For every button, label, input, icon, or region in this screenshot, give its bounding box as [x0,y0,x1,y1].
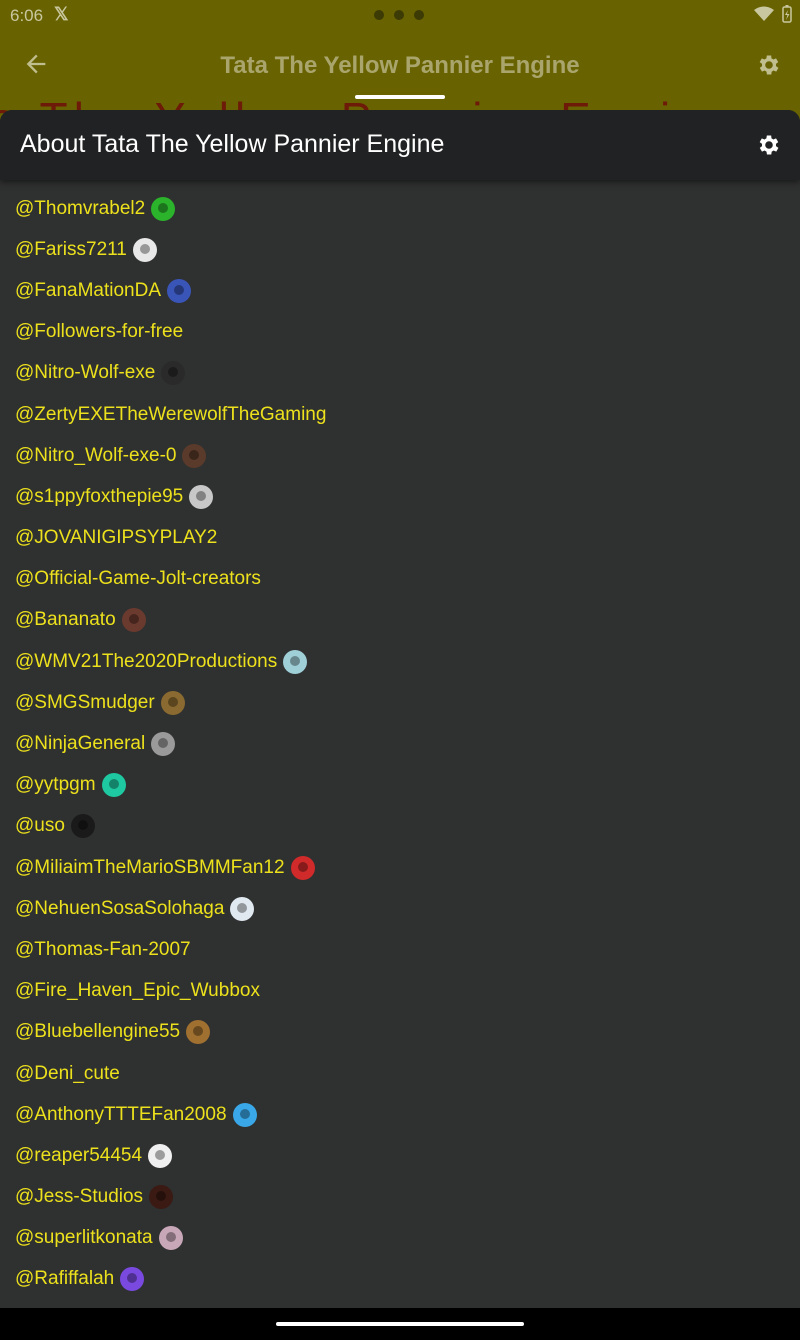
sheet-header: About Tata The Yellow Pannier Engine [0,110,800,180]
user-avatar[interactable] [290,855,315,880]
status-bar: 6:06 𝕏 [0,0,800,32]
follower-list-item[interactable]: @uso [0,806,800,847]
user-avatar[interactable] [148,1143,173,1168]
user-avatar[interactable] [70,814,95,839]
app-title: Tata The Yellow Pannier Engine [220,52,580,79]
follower-username-link[interactable]: @Thomas-Fan-2007 [15,939,191,961]
follower-list-item[interactable]: @SMGSmudger [0,682,800,723]
user-avatar[interactable] [182,443,207,468]
follower-list-item[interactable]: @MiliaimTheMarioSBMMFan12 [0,847,800,888]
follower-list-item[interactable]: @FanaMationDA [0,270,800,311]
follower-username-link[interactable]: @Nitro_Wolf-exe-0 [15,445,176,467]
follower-username-link[interactable]: @Fariss7211 [15,239,127,261]
status-icons [754,5,792,23]
follower-username-link[interactable]: @WMV21The2020Productions [15,651,277,673]
about-sheet: About Tata The Yellow Pannier Engine @Th… [0,110,800,1308]
follower-username-link[interactable]: @Thomvrabel2 [15,198,145,220]
follower-username-link[interactable]: @s1ppyfoxthepie95 [15,486,183,508]
follower-username-link[interactable]: @NehuenSosaSolohaga [15,898,224,920]
user-avatar[interactable] [132,237,157,262]
user-avatar[interactable] [151,196,176,221]
follower-list-item[interactable]: @Thomas-Fan-2007 [0,929,800,970]
follower-list-item[interactable]: @Fariss7211 [0,229,800,270]
user-avatar[interactable] [160,690,185,715]
follower-list: @Thomvrabel2 @Fariss7211 @FanaMationDA @Fol… [0,188,800,1300]
follower-username-link[interactable]: @superlitkonata [15,1227,153,1249]
battery-icon [782,5,792,23]
follower-list-item[interactable]: @Bluebellengine55 [0,1012,800,1053]
follower-list-item[interactable]: @yytpgm [0,765,800,806]
x-app-icon: 𝕏 [54,4,69,24]
user-avatar[interactable] [151,732,176,757]
follower-username-link[interactable]: @Bananato [15,609,116,631]
follower-username-link[interactable]: @reaper54454 [15,1145,142,1167]
sheet-settings-gear-icon[interactable] [756,132,782,158]
user-avatar[interactable] [230,896,255,921]
follower-list-item[interactable]: @Rafiffalah [0,1259,800,1300]
follower-username-link[interactable]: @MiliaimTheMarioSBMMFan12 [15,857,285,879]
follower-list-item[interactable]: @Followers-for-free [0,312,800,353]
follower-username-link[interactable]: @uso [15,815,65,837]
user-avatar[interactable] [283,649,308,674]
follower-list-item[interactable]: @Deni_cute [0,1053,800,1094]
follower-list-item[interactable]: @Nitro_Wolf-exe-0 [0,435,800,476]
follower-list-item[interactable]: @JOVANIGIPSYPLAY2 [0,518,800,559]
follower-username-link[interactable]: @ZertyEXETheWerewolfTheGaming [15,404,326,426]
follower-list-item[interactable]: @Thomvrabel2 [0,188,800,229]
user-avatar[interactable] [158,1226,183,1251]
follower-username-link[interactable]: @FanaMationDA [15,280,161,302]
user-avatar[interactable] [161,361,186,386]
follower-username-link[interactable]: @Deni_cute [15,1063,120,1085]
sheet-title: About Tata The Yellow Pannier Engine [20,130,445,158]
follower-list-item[interactable]: @ZertyEXETheWerewolfTheGaming [0,394,800,435]
follower-list-item[interactable]: @reaper54454 [0,1135,800,1176]
user-avatar[interactable] [121,608,146,633]
user-avatar[interactable] [101,773,126,798]
follower-username-link[interactable]: @SMGSmudger [15,692,155,714]
follower-username-link[interactable]: @Jess-Studios [15,1186,143,1208]
follower-list-item[interactable]: @NinjaGeneral [0,723,800,764]
user-avatar[interactable] [232,1102,257,1127]
follower-username-link[interactable]: @Official-Game-Jolt-creators [15,568,261,590]
user-avatar[interactable] [189,484,214,509]
follower-list-item[interactable]: @WMV21The2020Productions [0,641,800,682]
sheet-drag-handle[interactable] [355,95,445,99]
follower-list-item[interactable]: @s1ppyfoxthepie95 [0,476,800,517]
follower-username-link[interactable]: @JOVANIGIPSYPLAY2 [15,527,217,549]
user-avatar[interactable] [149,1185,174,1210]
follower-username-link[interactable]: @NinjaGeneral [15,733,145,755]
follower-username-link[interactable]: @AnthonyTTTEFan2008 [15,1104,227,1126]
follower-list-item[interactable]: @NehuenSosaSolohaga [0,888,800,929]
follower-list-item[interactable]: @Bananato [0,600,800,641]
follower-username-link[interactable]: @Nitro-Wolf-exe [15,362,155,384]
follower-username-link[interactable]: @Fire_Haven_Epic_Wubbox [15,980,260,1002]
user-avatar[interactable] [186,1020,211,1045]
follower-list-item[interactable]: @Nitro-Wolf-exe [0,353,800,394]
follower-username-link[interactable]: @Rafiffalah [15,1268,114,1290]
follower-list-item[interactable]: @AnthonyTTTEFan2008 [0,1094,800,1135]
follower-username-link[interactable]: @yytpgm [15,774,96,796]
user-avatar[interactable] [120,1267,145,1292]
system-navigation-bar [0,1308,800,1340]
follower-username-link[interactable]: @Followers-for-free [15,321,183,343]
status-time: 6:06 [10,6,44,25]
follower-list-item[interactable]: @Jess-Studios [0,1177,800,1218]
settings-gear-icon[interactable] [756,52,782,78]
app-bar: Tata The Yellow Pannier Engine [0,36,800,96]
camera-dots [374,10,424,20]
user-avatar[interactable] [167,278,192,303]
follower-list-item[interactable]: @Official-Game-Jolt-creators [0,559,800,600]
follower-username-link[interactable]: @Bluebellengine55 [15,1021,180,1043]
wifi-icon [754,6,774,21]
follower-list-item[interactable]: @superlitkonata [0,1218,800,1259]
follower-list-item[interactable]: @Fire_Haven_Epic_Wubbox [0,971,800,1012]
home-gesture-pill[interactable] [276,1322,524,1326]
